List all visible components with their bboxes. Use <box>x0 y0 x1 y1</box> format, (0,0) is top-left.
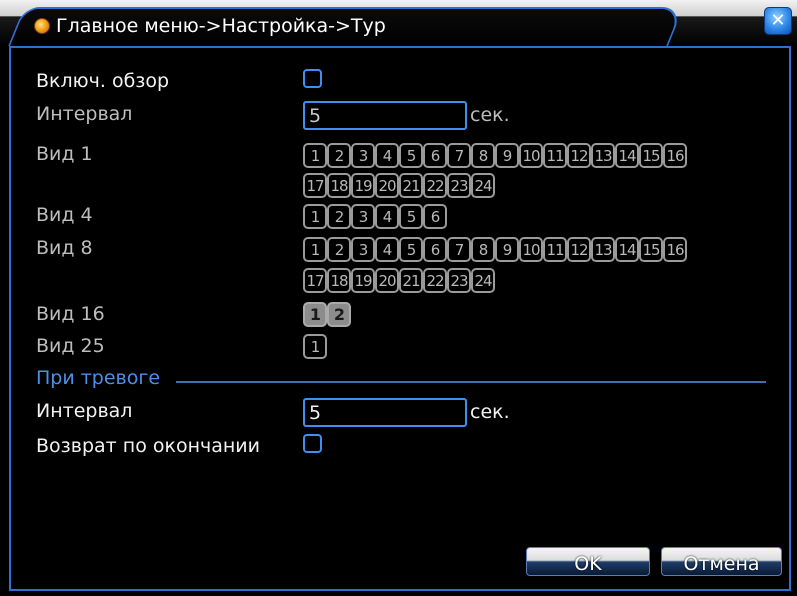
view8-channel-1-toggle[interactable]: 1 <box>303 237 327 262</box>
view8-channel-16-toggle[interactable]: 16 <box>663 237 687 262</box>
return-on-end-checkbox[interactable] <box>303 434 322 453</box>
view4-channel-2-toggle[interactable]: 2 <box>327 204 351 229</box>
view1-channel-row-1: 1 2 3 4 5 6 7 8 9 10 11 12 13 14 15 16 <box>303 143 687 168</box>
ok-button[interactable]: OK <box>526 547 650 576</box>
view1-channel-22-toggle[interactable]: 22 <box>423 173 447 198</box>
view8-channel-9-toggle[interactable]: 9 <box>495 237 519 262</box>
view16-channel-1-toggle[interactable]: 1 <box>303 302 327 327</box>
view8-channel-20-toggle[interactable]: 20 <box>375 268 399 293</box>
view1-channel-4-toggle[interactable]: 4 <box>375 143 399 168</box>
view1-channel-7-toggle[interactable]: 7 <box>447 143 471 168</box>
view1-channel-2-toggle[interactable]: 2 <box>327 143 351 168</box>
view25-channel-1-toggle[interactable]: 1 <box>303 334 327 359</box>
view8-channel-10-toggle[interactable]: 10 <box>519 237 543 262</box>
view1-channel-14-toggle[interactable]: 14 <box>615 143 639 168</box>
app-logo-icon <box>34 18 50 34</box>
window-title: Главное меню->Настройка->Тур <box>34 9 386 43</box>
view8-channel-row-2: 17 18 19 20 21 22 23 24 <box>303 268 495 293</box>
view8-channel-14-toggle[interactable]: 14 <box>615 237 639 262</box>
view1-channel-1-toggle[interactable]: 1 <box>303 143 327 168</box>
view8-channel-21-toggle[interactable]: 21 <box>399 268 423 293</box>
view8-channel-24-toggle[interactable]: 24 <box>471 268 495 293</box>
view1-channel-row-2: 17 18 19 20 21 22 23 24 <box>303 173 495 198</box>
view8-channel-2-toggle[interactable]: 2 <box>327 237 351 262</box>
view8-label: Вид 8 <box>36 237 93 259</box>
cancel-button-label: Отмена <box>683 552 760 575</box>
view8-channel-11-toggle[interactable]: 11 <box>543 237 567 262</box>
view8-channel-22-toggle[interactable]: 22 <box>423 268 447 293</box>
view1-channel-16-toggle[interactable]: 16 <box>663 143 687 168</box>
view4-channel-row: 123456 <box>303 204 447 229</box>
view1-channel-12-toggle[interactable]: 12 <box>567 143 591 168</box>
view4-channel-6-toggle[interactable]: 6 <box>423 204 447 229</box>
view8-channel-19-toggle[interactable]: 19 <box>351 268 375 293</box>
view8-channel-13-toggle[interactable]: 13 <box>591 237 615 262</box>
interval-input[interactable]: 5 <box>303 101 467 130</box>
enable-tour-label: Включ. обзор <box>36 70 170 92</box>
alarm-interval-input[interactable]: 5 <box>303 398 467 427</box>
view4-label: Вид 4 <box>36 204 93 226</box>
view8-channel-8-toggle[interactable]: 8 <box>471 237 495 262</box>
view16-label: Вид 16 <box>36 303 105 325</box>
view8-channel-23-toggle[interactable]: 23 <box>447 268 471 293</box>
view1-channel-10-toggle[interactable]: 10 <box>519 143 543 168</box>
alarm-section-divider <box>176 381 766 383</box>
view1-channel-8-toggle[interactable]: 8 <box>471 143 495 168</box>
view1-channel-6-toggle[interactable]: 6 <box>423 143 447 168</box>
view4-channel-4-toggle[interactable]: 4 <box>375 204 399 229</box>
view8-channel-17-toggle[interactable]: 17 <box>303 268 327 293</box>
view8-channel-4-toggle[interactable]: 4 <box>375 237 399 262</box>
view4-channel-5-toggle[interactable]: 5 <box>399 204 423 229</box>
view1-channel-24-toggle[interactable]: 24 <box>471 173 495 198</box>
view1-channel-19-toggle[interactable]: 19 <box>351 173 375 198</box>
view1-channel-13-toggle[interactable]: 13 <box>591 143 615 168</box>
window-title-text: Главное меню->Настройка->Тур <box>56 15 386 37</box>
view1-channel-23-toggle[interactable]: 23 <box>447 173 471 198</box>
alarm-interval-label: Интервал <box>36 400 133 422</box>
view8-channel-18-toggle[interactable]: 18 <box>327 268 351 293</box>
view1-channel-21-toggle[interactable]: 21 <box>399 173 423 198</box>
view8-channel-15-toggle[interactable]: 15 <box>639 237 663 262</box>
view1-channel-9-toggle[interactable]: 9 <box>495 143 519 168</box>
title-bar: Главное меню->Настройка->Тур ✕ <box>0 0 797 46</box>
interval-label: Интервал <box>36 103 133 125</box>
view1-channel-20-toggle[interactable]: 20 <box>375 173 399 198</box>
view25-channel-row: 1 <box>303 334 327 359</box>
view4-channel-3-toggle[interactable]: 3 <box>351 204 375 229</box>
view1-channel-3-toggle[interactable]: 3 <box>351 143 375 168</box>
alarm-section-header: При тревоге <box>36 367 161 389</box>
view8-channel-row-1: 1 2 3 4 5 6 7 8 9 10 11 12 13 14 15 16 <box>303 237 687 262</box>
view16-channel-row: 12 <box>303 302 351 327</box>
view8-channel-7-toggle[interactable]: 7 <box>447 237 471 262</box>
interval-unit: сек. <box>470 104 510 126</box>
ok-button-label: OK <box>574 552 602 575</box>
view4-channel-1-toggle[interactable]: 1 <box>303 204 327 229</box>
view8-channel-6-toggle[interactable]: 6 <box>423 237 447 262</box>
cancel-button[interactable]: Отмена <box>661 547 782 576</box>
view1-label: Вид 1 <box>36 143 93 165</box>
close-icon[interactable]: ✕ <box>764 7 792 35</box>
return-on-end-label: Возврат по окончании <box>36 435 260 457</box>
view8-channel-12-toggle[interactable]: 12 <box>567 237 591 262</box>
view1-channel-17-toggle[interactable]: 17 <box>303 173 327 198</box>
enable-tour-checkbox[interactable] <box>303 69 322 88</box>
view1-channel-11-toggle[interactable]: 11 <box>543 143 567 168</box>
view16-channel-2-toggle[interactable]: 2 <box>327 302 351 327</box>
view25-label: Вид 25 <box>36 335 105 357</box>
view1-channel-15-toggle[interactable]: 15 <box>639 143 663 168</box>
alarm-interval-unit: сек. <box>470 401 510 423</box>
view1-channel-18-toggle[interactable]: 18 <box>327 173 351 198</box>
view1-channel-5-toggle[interactable]: 5 <box>399 143 423 168</box>
view8-channel-5-toggle[interactable]: 5 <box>399 237 423 262</box>
view8-channel-3-toggle[interactable]: 3 <box>351 237 375 262</box>
